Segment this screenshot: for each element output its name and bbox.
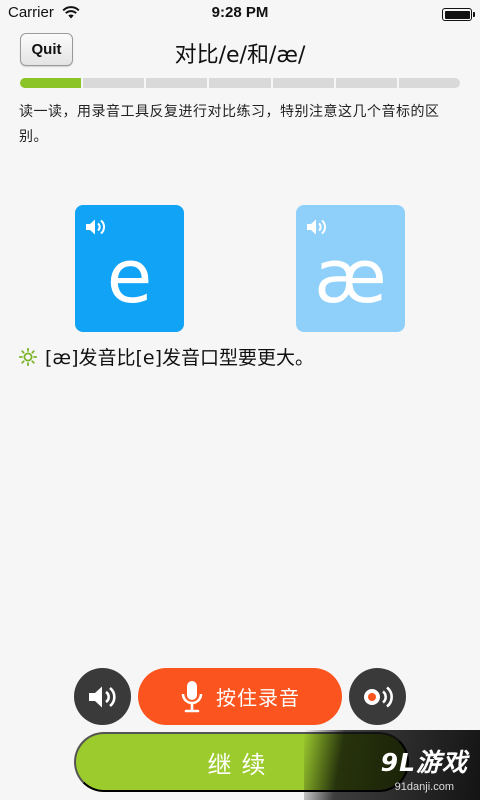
instruction-text: 读一读，用录音工具反复进行对比练习，特别注意这几个音标的区别。	[19, 104, 440, 145]
status-time: 9:28 PM	[211, 4, 269, 21]
tip-line: [æ]发音比[e]发音口型要更大。	[19, 343, 314, 370]
phoneme-card-e[interactable]: e	[75, 205, 184, 332]
hold-to-record-button[interactable]: 按住录音	[138, 668, 342, 725]
playback-recording-icon	[363, 685, 393, 708]
phoneme-symbol: æ	[314, 234, 387, 320]
sun-icon	[19, 347, 37, 366]
speaker-icon	[88, 686, 116, 707]
play-sample-button[interactable]	[74, 668, 131, 725]
phoneme-symbol: e	[106, 234, 153, 320]
progress-segment	[398, 78, 460, 88]
record-label: 按住录音	[216, 686, 300, 710]
microphone-icon	[181, 680, 203, 712]
watermark-url: 91danji.com	[394, 781, 454, 793]
page-title: 对比/e/和/æ/	[174, 43, 306, 68]
site-watermark: 9L游戏 91danji.com	[304, 730, 480, 800]
play-recording-button[interactable]	[349, 668, 406, 725]
progress-segment	[146, 78, 208, 88]
progress-segment	[83, 78, 145, 88]
progress-segment	[20, 78, 82, 88]
progress-segment	[335, 78, 397, 88]
progress-segment	[209, 78, 271, 88]
battery-icon	[442, 8, 475, 21]
phoneme-card-ae[interactable]: æ	[296, 205, 405, 332]
progress-segment	[272, 78, 334, 88]
status-bar: Carrier 9:28 PM	[0, 0, 480, 27]
tip-text: [æ]发音比[e]发音口型要更大。	[45, 347, 314, 369]
watermark-logo: 9L游戏	[380, 748, 468, 777]
lesson-progress-bar	[20, 78, 460, 88]
